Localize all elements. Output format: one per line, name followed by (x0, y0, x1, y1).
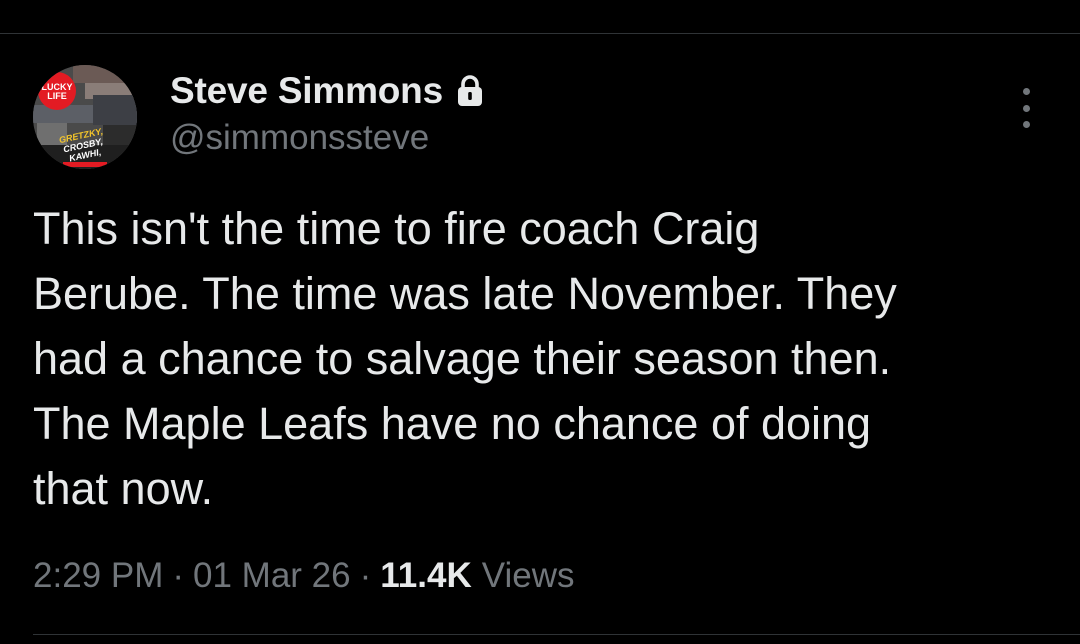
views-count[interactable]: 11.4K (380, 556, 471, 596)
tweet-text-line: The Maple Leafs have no chance of doing (33, 398, 872, 449)
tweet-text: This isn't the time to fire coach Craig … (33, 196, 1033, 521)
more-dot (1022, 104, 1030, 112)
more-dot (1022, 121, 1030, 128)
meta-separator: · (172, 556, 185, 595)
more-dot (1022, 88, 1030, 95)
meta-separator: · (359, 556, 372, 595)
avatar-image: LUCKY LIFE GRETZKY, CROSBY, KAWHI, (33, 65, 137, 169)
tweet-text-line: Berube. The time was late November. They (33, 268, 897, 319)
author-name-row[interactable]: Steve Simmons (170, 68, 485, 114)
tweet-date[interactable]: 01 Mar 26 (193, 556, 351, 596)
tweet-text-line: had a chance to salvage their season the… (33, 333, 892, 384)
tweet-text-line: that now. (33, 463, 214, 514)
tweet-meta: 2:29 PM · 01 Mar 26 · 11.4K Views (33, 553, 574, 599)
lock-icon (455, 74, 485, 108)
bottom-divider (33, 634, 1080, 635)
top-divider (0, 33, 1080, 34)
avatar[interactable]: LUCKY LIFE GRETZKY, CROSBY, KAWHI, (33, 65, 137, 169)
more-vertical-icon[interactable] (1008, 88, 1044, 128)
avatar-badge-line-2: LIFE (47, 91, 67, 101)
tweet-text-line: This isn't the time to fire coach Craig (33, 203, 760, 254)
author-handle[interactable]: @simmonssteve (170, 118, 429, 158)
author-display-name[interactable]: Steve Simmons (170, 70, 443, 112)
tweet-time[interactable]: 2:29 PM (33, 556, 163, 596)
views-label[interactable]: Views (482, 556, 575, 596)
